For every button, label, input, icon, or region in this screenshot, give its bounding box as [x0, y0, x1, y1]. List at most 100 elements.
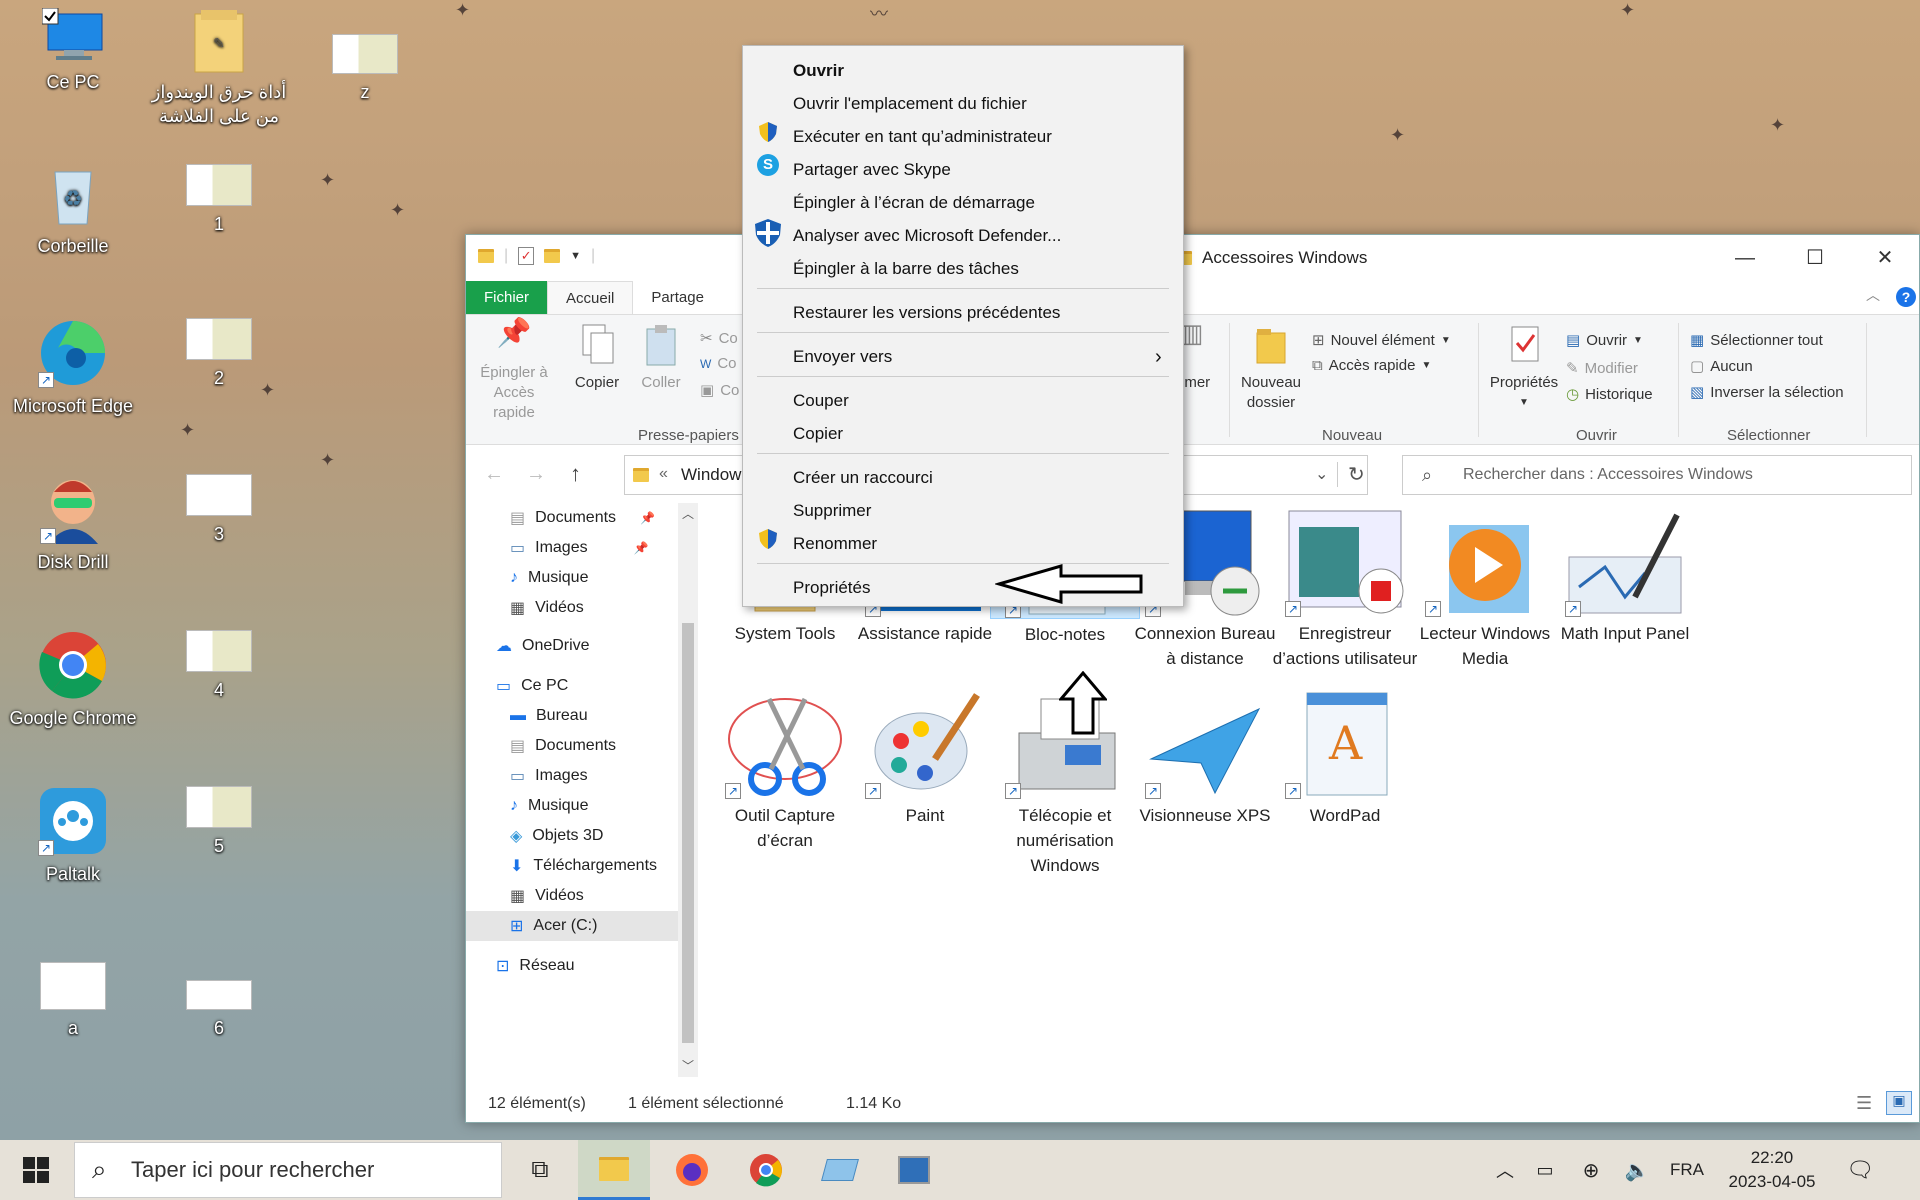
- desktop-icon-2[interactable]: 2: [144, 318, 294, 390]
- desktop-icon-chrome[interactable]: Google Chrome: [0, 630, 148, 730]
- menu-item-pin-taskbar[interactable]: Épingler à la barre des tâches: [793, 254, 1019, 284]
- up-arrow-icon[interactable]: ↑: [570, 461, 581, 487]
- desktop-icon-z[interactable]: z: [290, 8, 440, 104]
- desktop-icon-edge[interactable]: ↗ Microsoft Edge: [0, 318, 148, 418]
- menu-item-cut[interactable]: Couper: [793, 386, 849, 416]
- taskbar-firefox[interactable]: [656, 1140, 728, 1200]
- nav-item-documents-pinned[interactable]: ▤ Documents 📌: [510, 503, 655, 533]
- nav-scrollbar[interactable]: ︿ ﹀: [678, 503, 698, 1077]
- scroll-down-icon[interactable]: ﹀: [682, 1057, 694, 1074]
- taskbar-chrome[interactable]: [730, 1140, 802, 1200]
- invert-selection-button[interactable]: ▧ Inverser la sélection: [1690, 383, 1844, 402]
- cut-button[interactable]: ✂ Co: [700, 329, 738, 348]
- chevron-up-icon[interactable]: ︿: [1488, 1157, 1522, 1183]
- maximize-button[interactable]: ☐: [1780, 235, 1850, 281]
- desktop-icon-a[interactable]: a: [0, 944, 148, 1040]
- desktop-icon-1[interactable]: 1: [144, 164, 294, 236]
- nav-item-desktop[interactable]: ▬ Bureau: [510, 701, 588, 731]
- taskbar-fax[interactable]: [878, 1140, 950, 1200]
- edit-button[interactable]: ✎ Modifier: [1566, 359, 1638, 378]
- file-item[interactable]: A ↗ WordPad: [1270, 689, 1420, 828]
- paste-button[interactable]: Coller: [636, 323, 686, 393]
- select-all-button[interactable]: ▦ Sélectionner tout: [1690, 331, 1823, 350]
- network-globe-icon[interactable]: ⊕: [1568, 1158, 1614, 1183]
- chevron-down-icon[interactable]: ▼: [570, 250, 581, 262]
- menu-item-rename[interactable]: Renommer: [793, 529, 877, 559]
- menu-item-defender-scan[interactable]: Analyser avec Microsoft Defender...: [793, 221, 1061, 251]
- clock[interactable]: 22:20 2023-04-05: [1714, 1146, 1830, 1194]
- tab-file[interactable]: Fichier: [466, 281, 548, 314]
- nav-item-downloads[interactable]: ⬇ Téléchargements: [510, 851, 657, 881]
- menu-item-run-as-admin[interactable]: Exécuter en tant qu’administrateur: [793, 122, 1052, 152]
- nav-item-drive-c[interactable]: ⊞ Acer (C:): [466, 911, 678, 941]
- menu-item-pin-start[interactable]: Épingler à l’écran de démarrage: [793, 188, 1035, 218]
- breadcrumb-overflow[interactable]: «: [659, 465, 668, 483]
- menu-item-delete[interactable]: Supprimer: [793, 496, 871, 526]
- nav-item-this-pc[interactable]: ▭ Ce PC: [496, 671, 568, 701]
- properties-button[interactable]: Propriétés ▼: [1486, 323, 1562, 413]
- new-item-button[interactable]: ⊞ Nouvel élément ▼: [1312, 331, 1451, 350]
- nav-item-videos-pc[interactable]: ▦ Vidéos: [510, 881, 584, 911]
- easy-access-button[interactable]: ⧉ Accès rapide ▼: [1312, 357, 1431, 374]
- nav-item-images[interactable]: ▭ Images: [510, 761, 588, 791]
- file-item[interactable]: ↗ Visionneuse XPS: [1130, 689, 1280, 828]
- new-folder-button[interactable]: Nouveau dossier: [1236, 323, 1306, 413]
- menu-item-properties[interactable]: Propriétés: [793, 573, 870, 603]
- open-button[interactable]: ▤ Ouvrir ▼: [1566, 331, 1643, 350]
- nav-item-music[interactable]: ♪ Musique: [510, 563, 588, 593]
- close-button[interactable]: ✕: [1850, 235, 1920, 281]
- scrollbar-thumb[interactable]: [682, 623, 694, 1043]
- task-view-button[interactable]: ⧉: [504, 1140, 576, 1200]
- breadcrumb[interactable]: Window: [681, 465, 741, 485]
- nav-item-3d-objects[interactable]: ◈ Objets 3D: [510, 821, 603, 851]
- desktop-icon-5[interactable]: 5: [144, 786, 294, 858]
- large-icons-view-icon[interactable]: ▣: [1886, 1091, 1912, 1115]
- tab-share[interactable]: Partage: [633, 281, 722, 314]
- notification-icon[interactable]: 🗨: [1830, 1157, 1890, 1183]
- menu-item-share-skype[interactable]: Partager avec Skype: [793, 155, 951, 185]
- battery-icon[interactable]: ▭: [1522, 1160, 1568, 1181]
- copy-button[interactable]: Copier: [572, 323, 622, 393]
- file-item[interactable]: ↗ Paint: [850, 689, 1000, 828]
- desktop-icon-ce-pc[interactable]: Ce PC: [0, 7, 148, 94]
- desktop-icon-4[interactable]: 4: [144, 630, 294, 702]
- menu-item-copy[interactable]: Copier: [793, 419, 843, 449]
- help-icon[interactable]: ?: [1896, 287, 1916, 307]
- desktop-icon-6[interactable]: 6: [144, 944, 294, 1040]
- copy-path-button[interactable]: W Co: [700, 355, 737, 372]
- menu-item-send-to[interactable]: Envoyer vers: [793, 342, 892, 372]
- desktop-icon-disk-drill[interactable]: ↗ Disk Drill: [0, 474, 148, 574]
- file-item[interactable]: ↗ Math Input Panel: [1550, 443, 1700, 646]
- nav-item-videos[interactable]: ▦ Vidéos: [510, 593, 584, 623]
- start-button[interactable]: [0, 1140, 72, 1200]
- paste-shortcut-button[interactable]: ▣ Co: [700, 381, 739, 400]
- scroll-up-icon[interactable]: ︿: [682, 505, 694, 522]
- taskbar-search-input[interactable]: Taper ici pour rechercher: [74, 1142, 502, 1198]
- taskbar-file-explorer[interactable]: [578, 1140, 650, 1200]
- back-arrow-icon[interactable]: ←: [484, 463, 504, 486]
- new-folder-icon[interactable]: [544, 249, 561, 263]
- select-none-button[interactable]: ▢ Aucun: [1690, 357, 1753, 376]
- menu-item-open-location[interactable]: Ouvrir l'emplacement du fichier: [793, 89, 1027, 119]
- desktop-icon-corbeille[interactable]: ♻ Corbeille: [0, 164, 148, 258]
- file-item[interactable]: ↗ Lecteur Windows Media: [1410, 443, 1560, 671]
- history-button[interactable]: ◷ Historique: [1566, 385, 1653, 404]
- menu-item-create-shortcut[interactable]: Créer un raccourci: [793, 463, 933, 493]
- title-bar[interactable]: | ✓ ▼ | Accessoires Windows — ☐ ✕: [466, 235, 1919, 281]
- menu-item-open[interactable]: Ouvrir: [793, 56, 844, 86]
- desktop-icon-windows-tool[interactable]: ✎ أداة حرق الويندواز من على الفلاشة: [144, 8, 294, 128]
- forward-arrow-icon[interactable]: →: [526, 463, 546, 486]
- nav-item-onedrive[interactable]: ☁ OneDrive: [496, 631, 590, 661]
- details-view-icon[interactable]: ☰: [1856, 1093, 1872, 1114]
- tab-home[interactable]: Accueil: [547, 281, 634, 314]
- file-item[interactable]: ↗ Outil Capture d’écran: [710, 689, 860, 853]
- pin-quick-access-button[interactable]: 📌 Épingler à Accès rapide: [476, 319, 552, 423]
- nav-item-documents[interactable]: ▤ Documents: [510, 731, 616, 761]
- file-item[interactable]: ↗ Enregistreur d’actions utilisateur: [1270, 443, 1420, 671]
- nav-item-images-pinned[interactable]: ▭ Images 📌: [510, 533, 649, 563]
- volume-icon[interactable]: 🔈: [1614, 1158, 1660, 1183]
- properties-check-icon[interactable]: ✓: [518, 247, 535, 265]
- nav-item-music-pc[interactable]: ♪ Musique: [510, 791, 588, 821]
- menu-item-restore-versions[interactable]: Restaurer les versions précédentes: [793, 298, 1060, 328]
- desktop-icon-3[interactable]: 3: [144, 474, 294, 546]
